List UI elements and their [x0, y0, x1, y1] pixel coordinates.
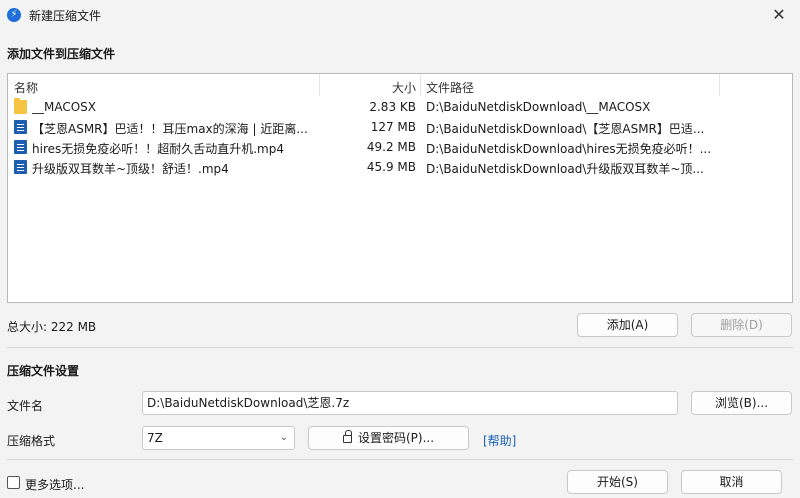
window-title: 新建压缩文件 — [29, 9, 102, 23]
file-path: D:\BaiduNetdiskDownload\【芝恩ASMR】巴适... — [426, 122, 705, 136]
delete-button[interactable]: 删除(D) — [691, 313, 792, 337]
start-button[interactable]: 开始(S) — [567, 470, 668, 494]
file-row[interactable]: __MACOSX 2.83 KB D:\BaiduNetdiskDownload… — [8, 97, 792, 117]
file-size: 127 MB — [370, 120, 416, 134]
cancel-button[interactable]: 取消 — [681, 470, 782, 494]
file-row[interactable]: 【芝恩ASMR】巴适！！耳压max的深海 | 近距离... 127 MB D:\… — [8, 117, 792, 137]
file-name: __MACOSX — [32, 100, 97, 114]
browse-button[interactable]: 浏览(B)... — [691, 391, 792, 415]
video-file-icon — [14, 160, 27, 174]
chevron-down-icon: ⌄ — [279, 432, 288, 443]
more-options-label[interactable]: 更多选项... — [25, 476, 84, 493]
column-header-size[interactable]: 大小 — [338, 79, 416, 96]
video-file-icon — [14, 140, 27, 154]
close-icon[interactable]: ✕ — [768, 4, 790, 26]
set-password-button[interactable]: 设置密码(P)... — [308, 426, 469, 450]
column-divider[interactable] — [319, 74, 320, 96]
divider — [7, 347, 793, 348]
settings-heading: 压缩文件设置 — [7, 364, 80, 378]
file-list-header: 名称 大小 文件路径 — [8, 74, 792, 98]
title-bar: ⚡ 新建压缩文件 ✕ — [0, 0, 800, 30]
file-name: 【芝恩ASMR】巴适！！耳压max的深海 | 近距离... — [32, 122, 308, 136]
add-button[interactable]: 添加(A) — [577, 313, 678, 337]
filename-input[interactable]: D:\BaiduNetdiskDownload\芝恩.7z — [142, 391, 678, 415]
total-size-label: 总大小: 222 MB — [7, 320, 97, 334]
format-label: 压缩格式 — [7, 434, 56, 448]
file-name: 升级版双耳数羊~顶级！舒适！.mp4 — [32, 162, 229, 176]
column-header-name[interactable]: 名称 — [14, 79, 38, 96]
file-path: D:\BaiduNetdiskDownload\升级版双耳数羊~顶... — [426, 162, 704, 176]
file-row[interactable]: hires无损免疫必听！！超耐久舌动直升机.mp4 49.2 MB D:\Bai… — [8, 137, 792, 157]
file-size: 49.2 MB — [366, 140, 416, 154]
file-path: D:\BaiduNetdiskDownload\__MACOSX — [426, 100, 651, 114]
file-size: 45.9 MB — [366, 160, 416, 174]
format-select[interactable]: 7Z ⌄ — [142, 426, 295, 450]
file-size: 2.83 KB — [369, 100, 416, 114]
filename-label: 文件名 — [7, 399, 44, 413]
app-logo-icon: ⚡ — [7, 8, 21, 22]
column-header-path[interactable]: 文件路径 — [426, 79, 474, 96]
video-file-icon — [14, 120, 27, 134]
set-password-label: 设置密码(P)... — [357, 431, 435, 445]
lock-icon — [342, 430, 352, 443]
column-divider[interactable] — [719, 74, 720, 96]
file-row[interactable]: 升级版双耳数羊~顶级！舒适！.mp4 45.9 MB D:\BaiduNetdi… — [8, 157, 792, 177]
format-select-value: 7Z — [147, 431, 163, 445]
add-files-heading: 添加文件到压缩文件 — [7, 47, 116, 61]
divider — [7, 459, 793, 460]
more-options-checkbox[interactable] — [7, 476, 20, 489]
help-link[interactable]: [帮助] — [483, 432, 516, 449]
column-divider[interactable] — [420, 74, 421, 96]
file-path: D:\BaiduNetdiskDownload\hires无损免疫必听！... — [426, 142, 712, 156]
file-name: hires无损免疫必听！！超耐久舌动直升机.mp4 — [32, 142, 285, 156]
file-list[interactable]: 名称 大小 文件路径 __MACOSX 2.83 KB D:\BaiduNetd… — [7, 73, 793, 303]
folder-icon — [14, 98, 27, 114]
